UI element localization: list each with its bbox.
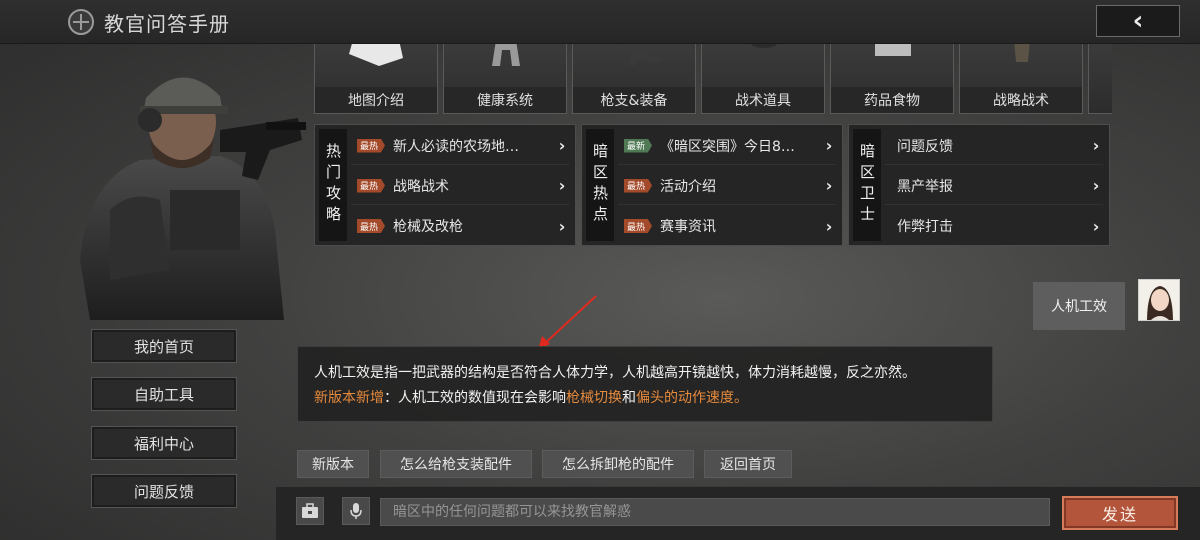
crosshair-logo-icon — [68, 9, 94, 35]
list-item[interactable]: 最热 枪械及改枪 › — [351, 207, 569, 245]
sidebar-item-home[interactable]: 我的首页 — [91, 329, 237, 363]
list-item[interactable]: 最热 新人必读的农场地… › — [351, 127, 569, 165]
category-label: 地图介绍 — [315, 87, 437, 113]
user-avatar-icon — [1139, 280, 1179, 320]
chevron-right-icon: › — [558, 176, 566, 195]
panel-title-text: 热门攻略 — [324, 143, 342, 227]
answer-line-1: 人机工效是指一把武器的结构是否符合人体力学，人机越高开镜越快，体力消耗越慢，反之… — [314, 365, 916, 381]
gun-icon — [611, 44, 661, 66]
chevron-right-icon: › — [825, 216, 833, 236]
hot-badge: 最热 — [357, 178, 386, 193]
category-card-health[interactable]: 健康系统 — [443, 44, 567, 114]
category-card-map[interactable]: 地图介绍 — [314, 44, 438, 114]
panel-hot-guides: 热门攻略 最热 新人必读的农场地… › 最热 战略战术 › 最热 枪械及改枪 › — [314, 124, 576, 246]
category-card-partial[interactable] — [1088, 44, 1112, 114]
chevron-right-icon: › — [558, 136, 566, 155]
medicine-icon — [875, 44, 911, 56]
chevron-right-icon: › — [1092, 176, 1100, 195]
sidebar-item-rewards[interactable]: 福利中心 — [91, 426, 237, 460]
hot-badge: 最热 — [357, 219, 386, 233]
toolbox-icon — [302, 503, 318, 518]
new-version-label: 新版本新增 — [314, 390, 384, 406]
user-message-bubble: 人机工效 — [1033, 282, 1125, 330]
answer-text-and: 和 — [622, 390, 636, 406]
quick-reply-remove-attachments[interactable]: 怎么拆卸枪的配件 — [542, 450, 694, 478]
list-item-text: 活动介绍 — [660, 178, 717, 195]
list-item[interactable]: 作弊打击 › — [885, 207, 1103, 245]
list-item-text: 作弊打击 — [897, 219, 953, 235]
category-label: 战略战术 — [960, 87, 1082, 113]
hot-badge: 最热 — [624, 219, 653, 233]
category-label: 健康系统 — [444, 87, 566, 113]
panel-title: 热门攻略 — [319, 129, 347, 241]
highlight-lean-speed: 偏头的动作速度。 — [636, 390, 748, 406]
avatar — [1138, 279, 1180, 321]
hot-badge: 最热 — [357, 138, 386, 153]
chevron-right-icon: › — [1092, 216, 1100, 236]
soldier-portrait — [80, 77, 306, 320]
panel-guardian: 暗区卫士 问题反馈 › 黑产举报 › 作弊打击 › — [848, 124, 1110, 246]
answer-line-2: 新版本新增：人机工效的数值现在会影响枪械切换和偏头的动作速度。 — [314, 386, 976, 411]
panel-title: 暗区热点 — [586, 129, 614, 241]
tactical-icon — [750, 44, 778, 48]
sidebar-item-feedback[interactable]: 问题反馈 — [91, 474, 237, 508]
new-badge: 最新 — [624, 138, 653, 153]
list-item-text: 赛事资讯 — [660, 219, 717, 235]
category-card-medicine[interactable]: 药品食物 — [830, 44, 954, 114]
category-label: 药品食物 — [831, 87, 953, 113]
panel-title-text: 暗区卫士 — [858, 143, 876, 227]
chevron-right-icon: › — [825, 136, 833, 155]
body-icon — [492, 44, 520, 66]
panel-title-text: 暗区热点 — [591, 143, 609, 227]
chevron-right-icon: › — [825, 176, 833, 195]
list-item[interactable]: 最新 《暗区突围》今日8… › — [618, 127, 836, 165]
list-item-text: 黑产举报 — [897, 178, 953, 195]
sidebar-item-self-service[interactable]: 自助工具 — [91, 377, 237, 411]
list-item-text: 战略战术 — [393, 178, 450, 195]
chevron-left-icon: ‹ — [1132, 6, 1144, 36]
category-card-weapons[interactable]: 枪支&装备 — [572, 44, 696, 114]
toolbox-button[interactable] — [296, 497, 324, 525]
list-item[interactable]: 黑产举报 › — [885, 167, 1103, 205]
quick-reply-new-version[interactable]: 新版本 — [297, 450, 369, 478]
quick-reply-install-attachments[interactable]: 怎么给枪支装配件 — [380, 450, 532, 478]
list-item-text: 枪械及改枪 — [393, 219, 464, 235]
hot-badge: 最热 — [624, 178, 653, 193]
category-label: 战术道具 — [702, 87, 824, 113]
list-item-text: 新人必读的农场地… — [393, 138, 520, 155]
highlight-weapon-switch: 枪械切换 — [566, 390, 622, 406]
chevron-right-icon: › — [1092, 136, 1100, 155]
assistant-answer-bubble: 人机工效是指一把武器的结构是否符合人体力学，人机越高开镜越快，体力消耗越慢，反之… — [297, 346, 993, 422]
microphone-icon — [350, 503, 362, 519]
panel-title: 暗区卫士 — [853, 129, 881, 241]
list-item[interactable]: 最热 赛事资讯 › — [618, 207, 836, 245]
header-bar: 教官问答手册 ‹ — [0, 0, 1200, 44]
quick-reply-home[interactable]: 返回首页 — [704, 450, 792, 478]
back-button[interactable]: ‹ — [1096, 5, 1180, 37]
category-card-strategy[interactable]: 战略战术 — [959, 44, 1083, 114]
list-item-text: 《暗区突围》今日8… — [660, 138, 795, 155]
category-card-tactical[interactable]: 战术道具 — [701, 44, 825, 114]
answer-text: ：人机工效的数值现在会影响 — [384, 390, 566, 406]
send-button[interactable]: 发送 — [1062, 496, 1178, 530]
category-label: 枪支&装备 — [573, 87, 695, 113]
category-strip: 地图介绍 健康系统 枪支&装备 战术道具 药品食物 战略战术 — [312, 44, 1112, 114]
map-icon — [349, 44, 403, 66]
chevron-right-icon: › — [558, 216, 566, 236]
list-item[interactable]: 问题反馈 › — [885, 127, 1103, 165]
panel-hot-topics: 暗区热点 最新 《暗区突围》今日8… › 最热 活动介绍 › 最热 赛事资讯 › — [581, 124, 843, 246]
voice-input-button[interactable] — [342, 497, 370, 525]
list-item[interactable]: 最热 活动介绍 › — [618, 167, 836, 205]
strategy-icon — [1014, 44, 1030, 62]
list-item-text: 问题反馈 — [897, 138, 953, 155]
list-item[interactable]: 最热 战略战术 › — [351, 167, 569, 205]
question-input[interactable] — [380, 498, 1050, 526]
page-title: 教官问答手册 — [104, 12, 230, 36]
